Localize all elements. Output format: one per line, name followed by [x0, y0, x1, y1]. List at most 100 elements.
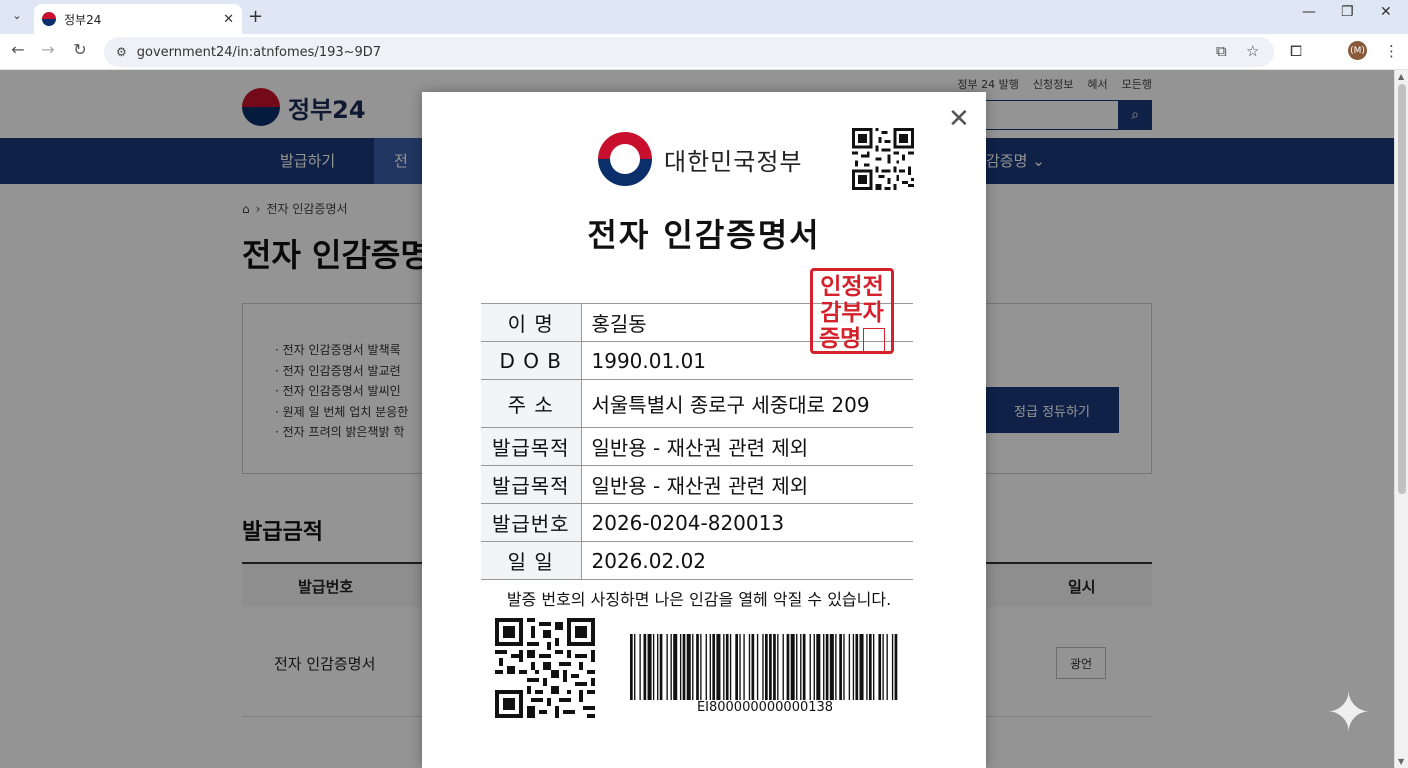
close-icon[interactable]: ✕	[948, 106, 970, 132]
barcode-bar	[878, 634, 882, 700]
barcode-bar	[765, 634, 768, 700]
address-bar[interactable]: ⚙ government24/in:atnfomes/193~9D7	[104, 37, 1274, 67]
scroll-up-icon[interactable]: ▲	[1398, 72, 1404, 81]
barcode-bar	[670, 634, 672, 700]
tab-strip: ⌄ 정부24 ✕ + — ❐ ✕	[0, 0, 1408, 34]
scroll-thumb[interactable]	[1398, 84, 1406, 494]
barcode-bar	[773, 634, 776, 700]
barcode-bar	[716, 634, 721, 700]
barcode-bar	[700, 634, 702, 700]
field-value: 일반용 - 재산권 관련 제외	[581, 427, 913, 466]
barcode-bar	[848, 634, 851, 700]
extensions-icon[interactable]: ⧠	[1290, 42, 1302, 60]
barcode-bar	[725, 634, 729, 700]
barcode-bar	[762, 634, 764, 700]
barcode-bar	[816, 634, 821, 700]
barcode-bar	[839, 634, 842, 700]
barcode-bar	[891, 634, 894, 700]
window-close-button[interactable]: ✕	[1380, 4, 1392, 20]
barcode-bar	[777, 634, 779, 700]
barcode-bar	[729, 634, 732, 700]
field-label: 일 일	[481, 541, 582, 580]
barcode-bar	[800, 634, 802, 700]
barcode-bar	[692, 634, 694, 700]
profile-avatar[interactable]: (M)	[1348, 41, 1367, 60]
barcode-bar	[866, 634, 868, 700]
maximize-button[interactable]: ❐	[1341, 4, 1354, 20]
barcode-bar	[809, 634, 811, 700]
menu-kebab-icon[interactable]: ⋮	[1384, 42, 1399, 60]
barcode-bar	[882, 634, 884, 700]
barcode-bar	[735, 634, 738, 700]
field-label: 발급목적	[481, 427, 582, 466]
field-value: 일반용 - 재산권 관련 제외	[581, 465, 913, 504]
barcode-bar	[647, 634, 652, 700]
barcode-bar	[769, 634, 772, 700]
url-text: government24/in:atnfomes/193~9D7	[136, 44, 382, 60]
barcode-bar	[705, 634, 707, 700]
new-tab-button[interactable]: +	[248, 6, 263, 27]
barcode-bar	[835, 634, 837, 700]
scroll-down-icon[interactable]: ▼	[1398, 757, 1404, 766]
site-info-icon[interactable]: ⚙	[116, 45, 127, 59]
tab-close-button[interactable]: ✕	[223, 12, 234, 27]
barcode-bar	[723, 634, 725, 700]
barcode-bar	[682, 634, 686, 700]
barcode-bar	[751, 634, 755, 700]
field-value: 서울특별시 종로구 세중대로 209	[581, 379, 913, 428]
barcode-bar	[886, 634, 888, 700]
barcode-bar	[802, 634, 806, 700]
field-label: D O B	[481, 341, 582, 380]
barcode-bar	[852, 634, 855, 700]
barcode-bar	[756, 634, 759, 700]
barcode-bar	[813, 634, 815, 700]
barcode-bar	[782, 634, 784, 700]
field-label: 발급번호	[481, 503, 582, 542]
sparkle-icon: ✦	[1326, 681, 1372, 744]
table-row: 일 일 2026.02.02	[481, 541, 913, 580]
barcode-bar	[709, 634, 711, 700]
seal-mark-icon	[863, 327, 886, 352]
barcode-bar	[643, 634, 647, 700]
barcode-bar	[843, 634, 845, 700]
barcode-bar	[659, 634, 663, 700]
qr-code-small-icon	[852, 128, 914, 190]
barcode-bar	[679, 634, 682, 700]
barcode-bar	[696, 634, 699, 700]
page-scrollbar[interactable]: ▲ ▼	[1394, 70, 1408, 768]
barcode-icon	[630, 634, 898, 700]
bookmark-star-icon[interactable]: ☆	[1246, 42, 1259, 60]
barcode-bar	[634, 634, 636, 700]
barcode-number: EI800000000000138	[696, 700, 834, 715]
browser-toolbar: ← → ↻ ⚙ government24/in:atnfomes/193~9D7…	[0, 34, 1408, 70]
table-row: 발급번호 2026-0204-820013	[481, 503, 913, 542]
minimize-button[interactable]: —	[1302, 4, 1316, 20]
field-value: 2026.02.02	[581, 541, 913, 580]
field-label: 주 소	[481, 379, 582, 428]
field-value: 2026-0204-820013	[581, 503, 913, 542]
barcode-bar	[829, 634, 834, 700]
field-label: 발급목적	[481, 465, 582, 504]
certificate-modal: ✕ 대한민국정부 전자 인감증명서 이 명 홍길동 D O B 1990.01.01…	[422, 92, 986, 768]
browser-tab[interactable]: 정부24 ✕	[34, 4, 242, 34]
favicon-icon	[42, 12, 56, 26]
barcode-bar	[739, 634, 741, 700]
gov-name: 대한민국정부	[664, 148, 803, 176]
back-icon[interactable]: ←	[6, 40, 30, 59]
table-row: 발급목적 일반용 - 재산권 관련 제외	[481, 427, 913, 466]
barcode-bar	[686, 634, 691, 700]
barcode-bar	[630, 634, 633, 700]
reload-icon[interactable]: ↻	[68, 40, 92, 59]
barcode-bar	[748, 634, 751, 700]
barcode-bar	[666, 634, 668, 700]
barcode-bar	[859, 634, 864, 700]
tab-search-button[interactable]: ⌄	[6, 4, 28, 26]
barcode-bar	[657, 634, 659, 700]
field-label: 이 명	[481, 303, 582, 342]
cast-icon[interactable]: ⧉	[1216, 42, 1227, 60]
barcode-bar	[786, 634, 790, 700]
barcode-bar	[825, 634, 829, 700]
certificate-title: 전자 인감증명서	[587, 216, 821, 254]
barcode-bar	[868, 634, 872, 700]
forward-icon[interactable]: →	[36, 40, 60, 59]
